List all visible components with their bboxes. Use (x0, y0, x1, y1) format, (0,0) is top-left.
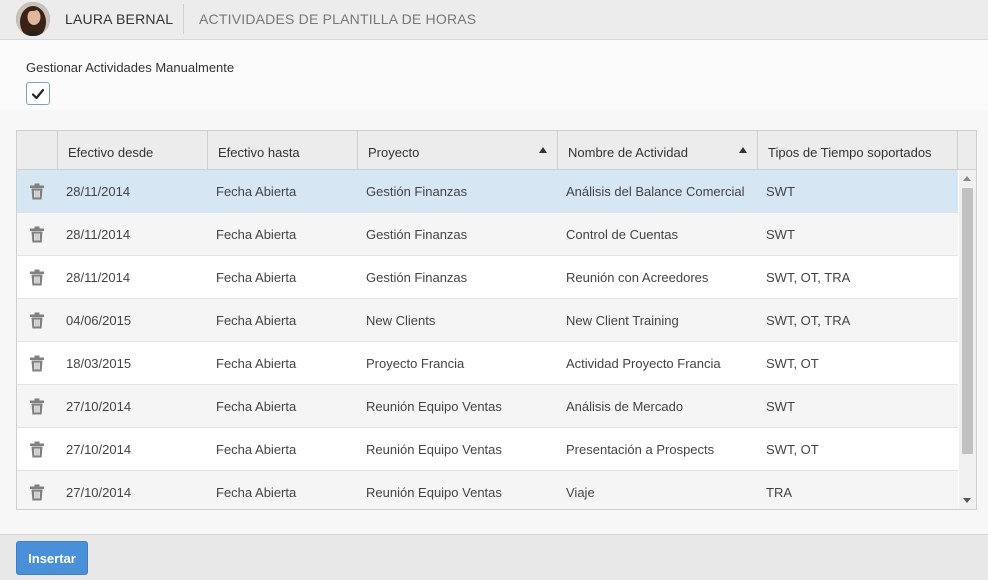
cell-proyecto: Proyecto Francia (366, 356, 465, 371)
cell-tipos-tiempo: SWT (766, 227, 795, 242)
cell-proyecto: New Clients (366, 313, 436, 328)
cell-actividad: Reunión con Acreedores (566, 270, 709, 285)
sort-ascending-icon (739, 147, 747, 153)
cell-actividad: Presentación a Prospects (566, 442, 715, 457)
cell-efectivo-desde: 28/11/2014 (66, 270, 131, 285)
trash-icon[interactable] (29, 269, 45, 286)
table-row[interactable]: 27/10/2014 Fecha Abierta Reunión Equipo Ve… (17, 428, 958, 471)
user-name[interactable]: LAURA BERNAL (65, 11, 173, 27)
column-header-label: Nombre de Actividad (568, 145, 688, 160)
cell-tipos-tiempo: SWT, OT (766, 356, 819, 371)
cell-tipos-tiempo: SWT, OT, TRA (766, 270, 851, 285)
avatar-image (16, 2, 50, 36)
cell-proyecto: Gestión Finanzas (366, 270, 468, 285)
cell-efectivo-hasta: Fecha Abierta (216, 270, 297, 285)
column-header-nombre-actividad[interactable]: Nombre de Actividad (558, 131, 758, 170)
column-header-tipos-tiempo[interactable]: Tipos de Tiempo soportados (758, 131, 958, 170)
cell-efectivo-desde: 28/11/2014 (66, 227, 131, 242)
table-row[interactable]: 18/03/2015 Fecha Abierta Proyecto Francia A… (17, 342, 958, 385)
manage-activities-label: Gestionar Actividades Manualmente (26, 60, 235, 75)
options-panel: Gestionar Actividades Manualmente (0, 40, 988, 110)
header-divider (183, 4, 184, 34)
cell-tipos-tiempo: TRA (766, 485, 792, 500)
table-row[interactable]: 27/10/2014 Fecha Abierta Reunión Equipo Ve… (17, 385, 958, 428)
trash-icon[interactable] (29, 441, 45, 458)
scroll-down-arrow-icon[interactable] (963, 498, 971, 503)
scroll-thumb[interactable] (962, 188, 973, 454)
cell-tipos-tiempo: SWT, OT (766, 442, 819, 457)
table-row[interactable]: 28/11/2014 Fecha Abierta Gestión Finanzas R… (17, 256, 958, 299)
trash-icon[interactable] (29, 355, 45, 372)
cell-actividad: Análisis del Balance Comercial (566, 184, 745, 199)
cell-efectivo-hasta: Fecha Abierta (216, 227, 297, 242)
table-row[interactable]: 28/11/2014 Fecha Abierta Gestión Finanzas C… (17, 213, 958, 256)
activities-table: Efectivo desde Efectivo hasta Proyecto N… (16, 130, 977, 510)
cell-efectivo-desde: 27/10/2014 (66, 442, 132, 457)
cell-efectivo-hasta: Fecha Abierta (216, 442, 297, 457)
table-row[interactable]: 27/10/2014 Fecha Abierta Reunión Equipo Ve… (17, 471, 958, 509)
trash-icon[interactable] (29, 312, 45, 329)
trash-icon[interactable] (29, 484, 45, 501)
manage-activities-checkbox[interactable] (26, 82, 50, 105)
vertical-scrollbar[interactable] (959, 170, 976, 509)
scroll-up-arrow-icon[interactable] (963, 176, 971, 181)
page-title: ACTIVIDADES DE PLANTILLA DE HORAS (199, 11, 477, 27)
check-icon (31, 88, 45, 100)
insert-button[interactable]: Insertar (16, 541, 88, 575)
column-header-label: Efectivo desde (68, 145, 154, 160)
cell-proyecto: Gestión Finanzas (366, 184, 468, 199)
cell-actividad: Actividad Proyecto Francia (566, 356, 721, 371)
column-header-efectivo-desde[interactable]: Efectivo desde (58, 131, 208, 170)
cell-proyecto: Reunión Equipo Ventas (366, 485, 502, 500)
column-header-proyecto[interactable]: Proyecto (358, 131, 558, 170)
cell-efectivo-desde: 27/10/2014 (66, 399, 132, 414)
cell-efectivo-desde: 04/06/2015 (66, 313, 132, 328)
avatar[interactable] (16, 2, 50, 36)
column-header-efectivo-hasta[interactable]: Efectivo hasta (208, 131, 358, 170)
trash-icon[interactable] (29, 226, 45, 243)
column-header-label: Proyecto (368, 145, 420, 160)
cell-proyecto: Reunión Equipo Ventas (366, 442, 502, 457)
cell-efectivo-hasta: Fecha Abierta (216, 399, 297, 414)
table-row[interactable]: 04/06/2015 Fecha Abierta New Clients New Cl… (17, 299, 958, 342)
cell-tipos-tiempo: SWT, OT, TRA (766, 313, 851, 328)
cell-actividad: Viaje (566, 485, 595, 500)
cell-efectivo-hasta: Fecha Abierta (216, 313, 297, 328)
trash-icon[interactable] (29, 398, 45, 415)
cell-proyecto: Gestión Finanzas (366, 227, 468, 242)
cell-actividad: Análisis de Mercado (566, 399, 684, 414)
cell-tipos-tiempo: SWT (766, 399, 795, 414)
column-header-label: Efectivo hasta (218, 145, 300, 160)
cell-actividad: New Client Training (566, 313, 679, 328)
cell-efectivo-hasta: Fecha Abierta (216, 485, 297, 500)
cell-efectivo-desde: 28/11/2014 (66, 184, 131, 199)
cell-efectivo-desde: 18/03/2015 (66, 356, 132, 371)
header-action-column (17, 131, 58, 170)
top-bar: LAURA BERNAL ACTIVIDADES DE PLANTILLA DE… (0, 0, 988, 40)
footer-bar: Insertar (0, 534, 988, 580)
sort-ascending-icon (539, 147, 547, 153)
cell-tipos-tiempo: SWT (766, 184, 795, 199)
cell-efectivo-hasta: Fecha Abierta (216, 356, 297, 371)
cell-efectivo-hasta: Fecha Abierta (216, 184, 297, 199)
column-header-label: Tipos de Tiempo soportados (768, 145, 932, 160)
cell-efectivo-desde: 27/10/2014 (66, 485, 132, 500)
trash-icon[interactable] (29, 183, 45, 200)
cell-proyecto: Reunión Equipo Ventas (366, 399, 502, 414)
table-row[interactable]: 28/11/2014 Fecha Abierta Gestión Finanzas A… (17, 170, 958, 213)
cell-actividad: Control de Cuentas (566, 227, 679, 242)
table-header: Efectivo desde Efectivo hasta Proyecto N… (17, 131, 976, 170)
